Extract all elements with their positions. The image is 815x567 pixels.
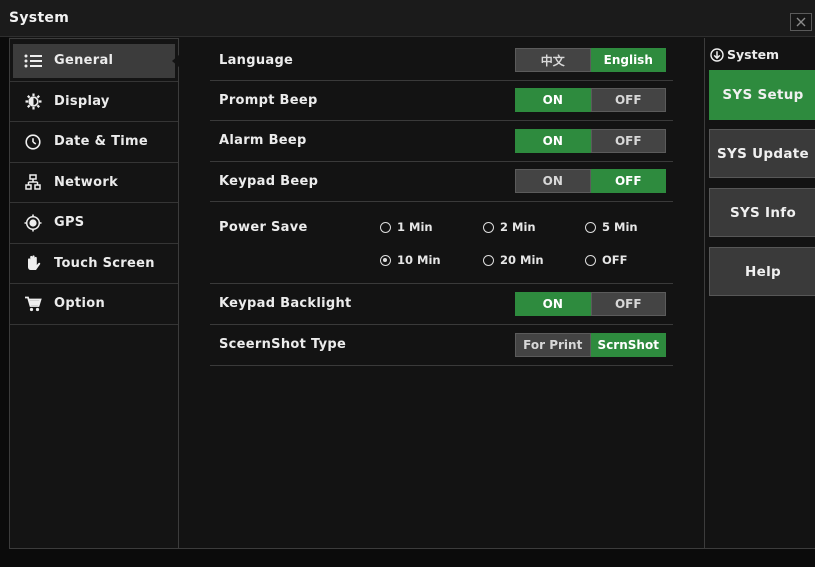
keypad-beep-off[interactable]: OFF <box>590 169 666 193</box>
radio-label: 20 Min <box>500 253 544 267</box>
sidebar-item-touch-screen[interactable]: Touch Screen <box>10 244 178 284</box>
hand-icon <box>22 254 44 272</box>
prompt-beep-off[interactable]: OFF <box>590 88 666 112</box>
gps-icon <box>22 214 44 232</box>
radio-button-icon <box>585 221 596 233</box>
setting-label: Alarm Beep <box>219 133 307 148</box>
side-panel-heading: System <box>710 47 779 62</box>
prompt-beep-toggle: ON OFF <box>515 88 666 112</box>
setting-row-keypad-beep: Keypad Beep ON OFF <box>210 162 673 202</box>
language-option-english[interactable]: English <box>590 48 666 72</box>
keypad-beep-on[interactable]: ON <box>515 169 591 193</box>
setting-row-screenshot-type: SceernShot Type For Print ScrnShot <box>210 325 673 366</box>
system-side-panel: System SYS Setup SYS Update SYS Info Hel… <box>704 38 815 548</box>
clock-icon <box>22 133 44 151</box>
radio-button-icon <box>380 254 391 266</box>
sidebar-item-label: Network <box>54 174 119 190</box>
circle-down-arrow-icon <box>710 47 724 62</box>
power-save-option-2-min[interactable]: 2 Min <box>483 219 536 235</box>
radio-button-icon <box>380 221 391 233</box>
setting-row-power-save: Power Save 1 Min 2 Min 5 Min 10 Min 20 M… <box>210 202 673 284</box>
sidebar-item-network[interactable]: Network <box>10 163 178 203</box>
alarm-beep-toggle: ON OFF <box>515 128 666 153</box>
close-button[interactable] <box>790 13 812 31</box>
setting-label: Language <box>219 52 294 68</box>
sys-info-button[interactable]: SYS Info <box>709 188 815 237</box>
language-option-chinese[interactable]: 中文 <box>515 48 591 72</box>
brightness-icon <box>22 92 44 110</box>
keypad-backlight-toggle: ON OFF <box>515 291 666 316</box>
sidebar-item-label: GPS <box>54 215 85 231</box>
window-title: System <box>9 10 70 26</box>
help-button[interactable]: Help <box>709 247 815 296</box>
side-panel-title: System <box>727 47 780 62</box>
alarm-beep-on[interactable]: ON <box>515 128 591 153</box>
screenshot-type-for-print[interactable]: For Print <box>515 332 591 357</box>
power-save-option-20-min[interactable]: 20 Min <box>483 252 544 268</box>
setting-label: Keypad Beep <box>219 173 319 189</box>
radio-button-icon <box>483 254 494 266</box>
prompt-beep-on[interactable]: ON <box>515 88 591 112</box>
screenshot-type-scrnshot[interactable]: ScrnShot <box>590 332 666 357</box>
power-save-option-1-min[interactable]: 1 Min <box>380 219 433 235</box>
close-icon <box>796 17 806 27</box>
list-icon <box>22 52 44 70</box>
sidebar-item-general[interactable]: General <box>10 41 179 82</box>
sidebar-item-label: Option <box>54 296 106 312</box>
setting-label: Power Save <box>219 219 308 235</box>
radio-label: OFF <box>602 253 628 267</box>
sidebar-nav: General Display Date & Time Network GPS … <box>9 38 179 549</box>
sidebar-item-display[interactable]: Display <box>10 82 178 122</box>
sidebar-item-label: Display <box>54 93 110 109</box>
alarm-beep-off[interactable]: OFF <box>590 128 666 153</box>
power-save-option-5-min[interactable]: 5 Min <box>585 219 638 235</box>
radio-button-icon <box>483 221 494 233</box>
title-bar: System <box>0 0 815 37</box>
setting-row-alarm-beep: Alarm Beep ON OFF <box>210 121 673 162</box>
sidebar-item-option[interactable]: Option <box>10 284 178 325</box>
power-save-option-off[interactable]: OFF <box>585 252 628 268</box>
network-icon <box>22 173 44 191</box>
radio-label: 2 Min <box>500 220 536 234</box>
setting-label: SceernShot Type <box>219 337 347 352</box>
setting-row-language: Language 中文 English <box>210 41 673 81</box>
cart-icon <box>22 295 44 313</box>
setting-row-keypad-backlight: Keypad Backlight ON OFF <box>210 284 673 325</box>
setting-label: Keypad Backlight <box>219 296 352 311</box>
radio-button-icon <box>585 254 596 266</box>
sys-setup-button[interactable]: SYS Setup <box>709 70 815 120</box>
keypad-backlight-off[interactable]: OFF <box>590 291 666 316</box>
sidebar-item-label: Touch Screen <box>54 255 155 271</box>
sidebar-item-gps[interactable]: GPS <box>10 203 178 244</box>
setting-row-prompt-beep: Prompt Beep ON OFF <box>210 81 673 121</box>
keypad-beep-toggle: ON OFF <box>515 169 666 193</box>
sys-update-button[interactable]: SYS Update <box>709 129 815 178</box>
radio-label: 1 Min <box>397 220 433 234</box>
sidebar-item-date-time[interactable]: Date & Time <box>10 122 178 163</box>
language-toggle: 中文 English <box>515 48 666 72</box>
radio-label: 10 Min <box>397 253 441 267</box>
power-save-option-10-min[interactable]: 10 Min <box>380 252 441 268</box>
keypad-backlight-on[interactable]: ON <box>515 291 591 316</box>
sidebar-item-label: Date & Time <box>54 134 148 150</box>
setting-label: Prompt Beep <box>219 92 318 108</box>
radio-label: 5 Min <box>602 220 638 234</box>
screenshot-type-toggle: For Print ScrnShot <box>515 332 666 357</box>
sidebar-item-label: General <box>54 53 114 69</box>
